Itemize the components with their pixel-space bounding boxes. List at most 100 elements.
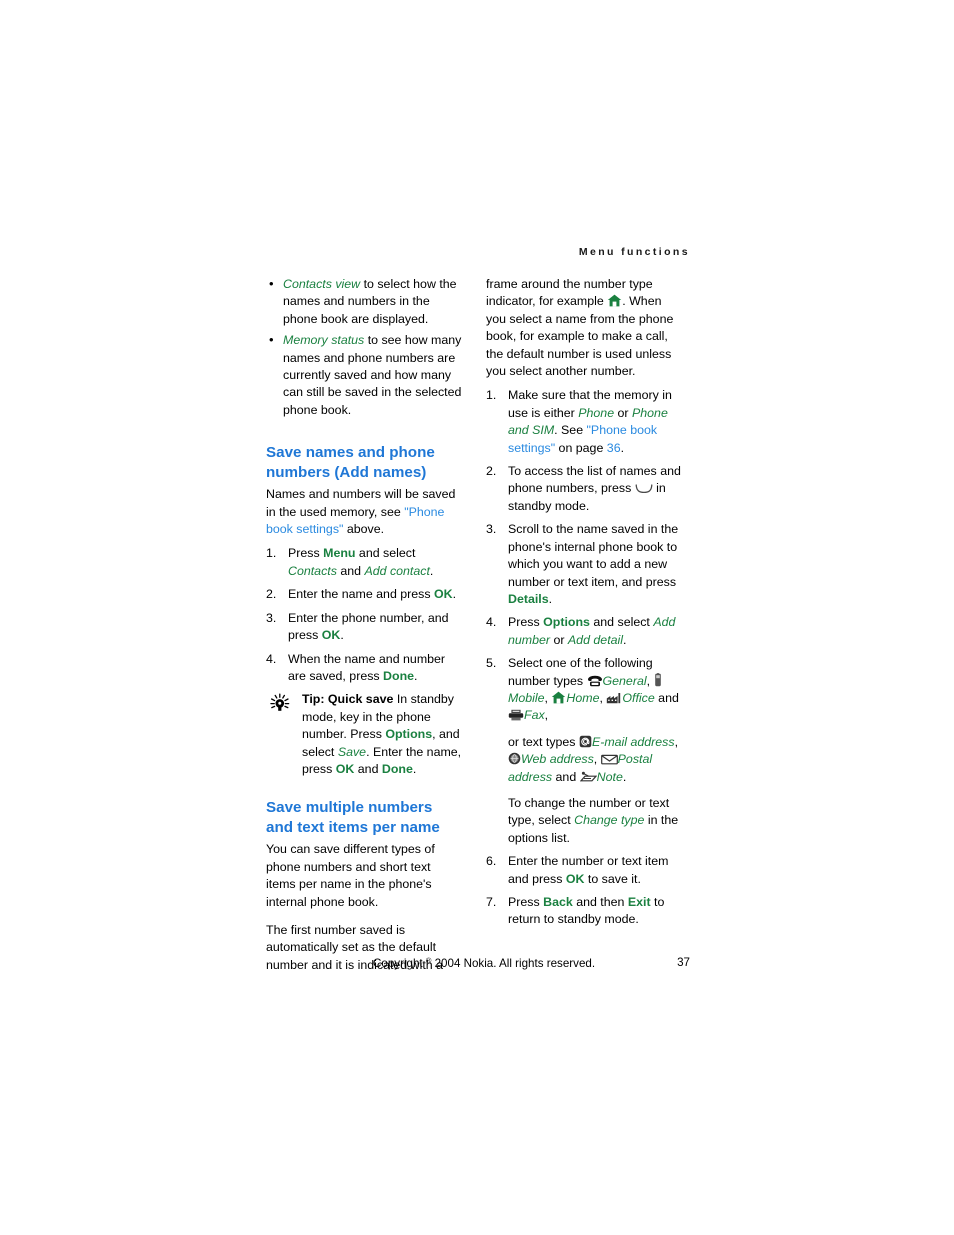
step-text-a: Enter the name and press [288,587,435,602]
copyright-pre: Copyright [373,957,426,970]
running-header: Menu functions [578,246,690,258]
sep: . [622,769,627,784]
ui-term: Contacts [288,563,337,578]
page-number: 37 [677,956,690,969]
change-type-substep: To change the number or text type, selec… [508,795,682,847]
section-heading-save-names: Save names and phone numbers (Add names) [266,444,435,481]
text-types-lead: or text types [508,734,579,749]
list-item: 4. When the name and number are saved, pr… [266,651,462,686]
ui-term: Add contact [364,563,430,578]
step-text-a: Press [288,546,324,561]
add-names-steps: 1. Press Menu and select Contacts and Add… [266,545,462,685]
list-item: 1. Make sure that the memory in use is ei… [486,387,682,457]
step-text-b: and then [572,895,628,909]
step-number: 6. [486,854,497,869]
sep: , [593,752,601,767]
ui-term: Contacts view [283,277,361,291]
softkey-label: Exit [627,895,651,909]
softkey-label: OK [565,871,585,886]
list-item: 3. Scroll to the name saved in the phone'… [486,521,682,608]
sep: and [552,769,580,784]
home-icon [607,294,622,307]
softkey-label: OK [321,628,341,643]
step-number: 4. [266,651,277,666]
step-number: 2. [266,587,277,602]
step-text-b: . [414,668,418,683]
text-type-label: Web address [521,752,594,767]
lightbulb-icon [266,693,294,713]
step-number: 4. [486,615,497,630]
step-text-c: and [336,563,365,578]
step-text-b: . [340,628,344,643]
step-number: 2. [486,464,497,479]
telephone-icon [587,675,603,687]
fax-icon [508,709,524,721]
section-intro-paragraph: Names and numbers will be saved in the u… [266,486,462,538]
ui-term: Phone [578,405,615,420]
step-text-d: . [429,563,434,578]
step-text-b: and select [589,615,654,630]
ui-term: Change type [574,813,645,828]
step-text-b: . [548,591,553,606]
softkey-label: OK [335,761,355,776]
tip-label: Tip: Quick save [302,692,394,707]
step-text-c: . See [554,423,587,438]
number-type-label: Home [566,690,600,705]
section-heading-save-multiple: Save multiple numbers and text items per… [266,799,440,836]
step-text-b: and select [355,546,416,561]
step-text-d: on page [555,440,607,455]
list-item: 2. To access the list of names and phone … [486,463,682,515]
softkey-label: OK [434,587,453,602]
save-multiple-paragraph-1: You can save different types of phone nu… [266,842,435,909]
continuation-paragraph: frame around the number type indicator, … [486,276,682,380]
step-number: 3. [486,522,497,537]
sep: and [654,690,679,705]
sep: , [599,690,607,705]
postal-envelope-icon [600,754,618,765]
step-number: 1. [266,546,277,561]
manual-page: Menu functions Contacts view to select h… [0,0,954,1235]
office-building-icon [606,692,622,704]
right-column: frame around the number type indicator, … [486,276,682,935]
mobile-phone-icon [654,672,662,687]
softkey-label: Done [383,668,415,683]
softkey-label: Details [508,591,549,606]
add-details-steps: 1. Make sure that the memory in use is ei… [486,387,682,928]
web-globe-icon [508,752,521,765]
list-item: 7. Press Back and then Exit to return to … [486,894,682,929]
list-item: Memory status to see how many names and … [266,331,462,419]
copyright-notice: Copyright ® 2004 Nokia. All rights reser… [373,956,595,970]
step-number: 7. [486,895,497,909]
tip-text-d: and [354,761,382,776]
step-number: 3. [266,610,277,625]
number-type-label: Mobile [508,690,545,705]
softkey-label: Back [543,895,573,909]
step-text-b: to save it. [584,871,641,886]
softkey-label: Menu [323,546,356,561]
number-type-label: General [602,673,647,688]
left-column: Contacts view to select how the names an… [266,275,462,974]
step-text-a: When the name and number are saved, pres… [288,651,446,683]
settings-bullet-list: Contacts view to select how the names an… [266,275,462,419]
home-icon [551,691,566,704]
sep: , [674,734,679,749]
step-text-a: Press [508,615,544,630]
step-text-d: . [623,632,627,647]
step-text-b: . [452,587,457,602]
step-text-e: . [620,440,625,455]
step-number: 1. [486,388,497,403]
text-type-label: Note [596,769,623,784]
list-item: 4. Press Options and select Add number or… [486,614,682,649]
tip-text-e: . [412,761,417,776]
step-text-b: or [614,405,632,420]
list-item: 1. Press Menu and select Contacts and Add… [266,545,462,580]
number-type-label: Fax [524,708,545,723]
page-reference[interactable]: 36 [607,441,621,455]
tip-callout: Tip: Quick save In standby mode, key in … [266,691,462,778]
ui-term: Save [337,744,367,759]
step-number: 5. [486,656,497,671]
note-pen-icon [579,771,597,783]
